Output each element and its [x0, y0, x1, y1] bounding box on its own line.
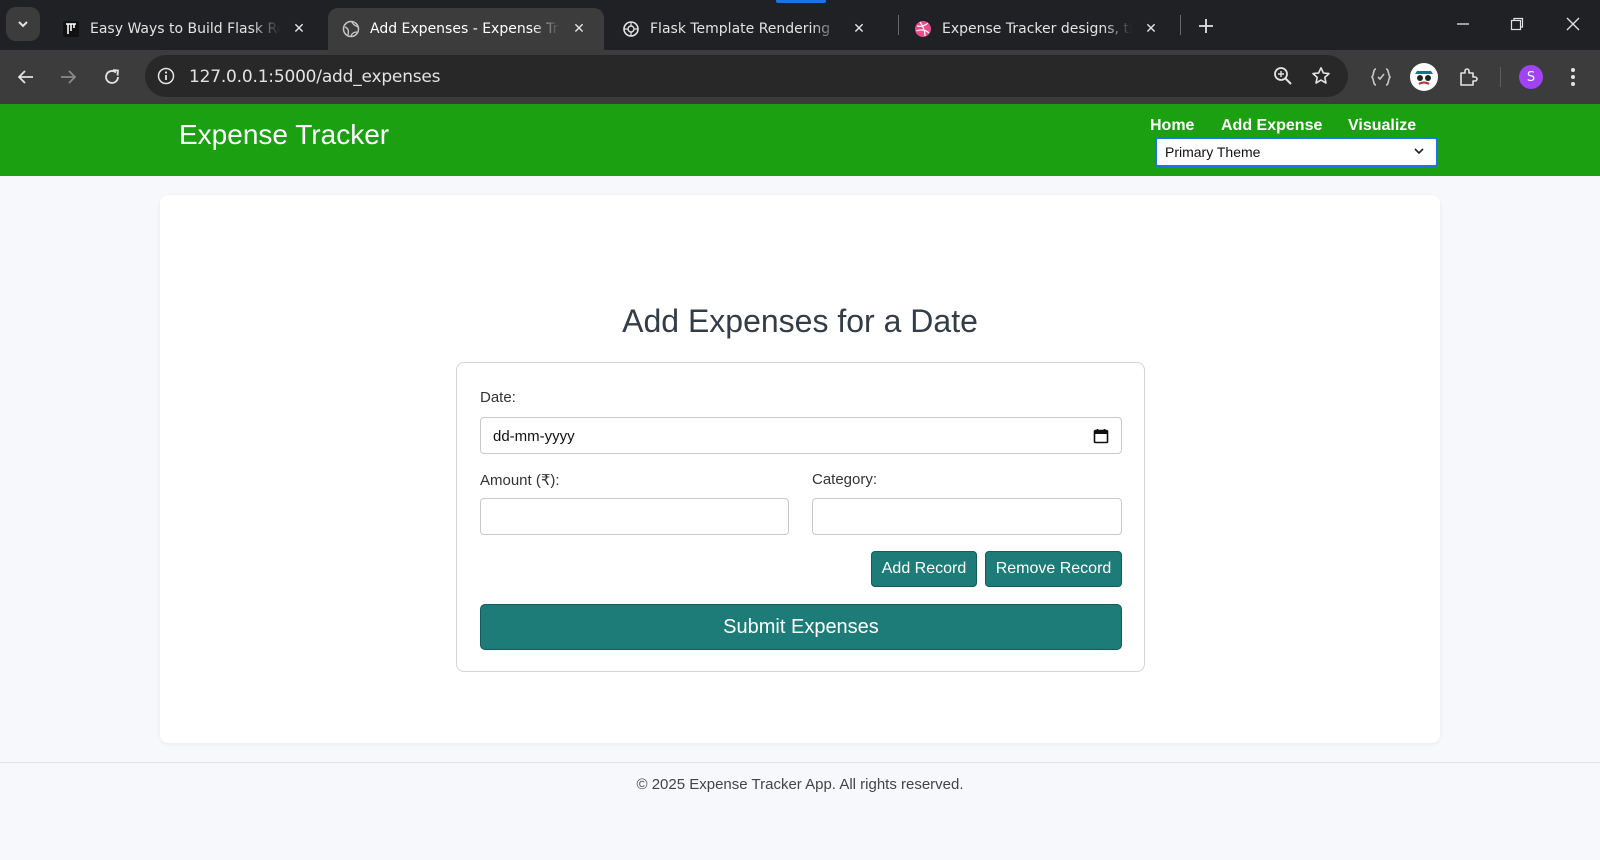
theme-select-value: Primary Theme — [1165, 144, 1261, 160]
forward-button[interactable] — [52, 61, 84, 93]
address-bar[interactable]: 127.0.0.1:5000/add_expenses — [145, 55, 1348, 97]
extension-json-icon[interactable] — [1366, 62, 1396, 92]
tab-media-indicator — [776, 0, 826, 3]
tab-title: Easy Ways to Build Flask Routes — [90, 21, 280, 37]
zoom-icon[interactable] — [1271, 64, 1295, 88]
site-footer: © 2025 Expense Tracker App. All rights r… — [636, 776, 964, 793]
back-button[interactable] — [10, 61, 42, 93]
amount-label: Amount (₹): — [480, 472, 560, 489]
extension-avatar-icon[interactable] — [1409, 62, 1439, 92]
chatgpt-icon — [622, 20, 640, 38]
remove-record-button[interactable]: Remove Record — [985, 551, 1122, 587]
close-icon — [1566, 17, 1580, 31]
tutorial-site-icon — [62, 20, 80, 38]
toolbar-separator — [1500, 67, 1501, 87]
web-page: Expense Tracker Home Add Expense Visuali… — [0, 104, 1600, 860]
tab-dribbble[interactable]: Expense Tracker designs, themes ✕ — [900, 8, 1176, 50]
nav-link-add-expense[interactable]: Add Expense — [1221, 117, 1322, 135]
calendar-icon[interactable] — [1093, 428, 1109, 444]
tab-add-expenses[interactable]: Add Expenses - Expense Tracker ✕ — [328, 8, 604, 50]
date-input[interactable]: dd-mm-yyyy — [480, 417, 1122, 454]
reload-button[interactable] — [96, 61, 128, 93]
tab-flask-template[interactable]: Flask Template Rendering ✕ — [608, 8, 884, 50]
browser-tab-strip: Easy Ways to Build Flask Routes ✕ Add Ex… — [0, 0, 1600, 50]
url-text[interactable]: 127.0.0.1:5000/add_expenses — [189, 67, 441, 87]
restore-button[interactable] — [1490, 0, 1544, 48]
restore-icon — [1510, 17, 1524, 31]
footer-divider — [0, 762, 1600, 763]
browser-toolbar: 127.0.0.1:5000/add_expenses S — [0, 50, 1600, 104]
minimize-button[interactable] — [1436, 0, 1490, 48]
tab-flask-routes[interactable]: Easy Ways to Build Flask Routes ✕ — [48, 8, 324, 50]
close-window-button[interactable] — [1546, 0, 1600, 48]
nav-link-home[interactable]: Home — [1150, 117, 1194, 135]
close-icon[interactable]: ✕ — [1140, 18, 1162, 40]
close-icon[interactable]: ✕ — [288, 18, 310, 40]
menu-kebab-icon[interactable] — [1558, 62, 1588, 92]
arrow-right-icon — [61, 70, 77, 84]
minimize-icon — [1457, 23, 1469, 25]
profile-avatar[interactable]: S — [1516, 62, 1546, 92]
date-input-value: dd-mm-yyyy — [493, 428, 575, 445]
submit-expenses-button[interactable]: Submit Expenses — [480, 604, 1122, 650]
bookmark-star-icon[interactable] — [1309, 64, 1333, 88]
reload-icon — [105, 69, 119, 84]
site-header: Expense Tracker Home Add Expense Visuali… — [0, 104, 1600, 176]
tab-separator — [898, 15, 899, 35]
date-label: Date: — [480, 389, 516, 406]
close-icon[interactable]: ✕ — [848, 18, 870, 40]
tab-separator — [1180, 15, 1181, 35]
nav-link-visualize[interactable]: Visualize — [1348, 117, 1416, 135]
site-info-icon[interactable] — [154, 64, 178, 88]
plus-icon — [1199, 19, 1213, 33]
new-tab-button[interactable] — [1192, 12, 1220, 40]
extensions-puzzle-icon[interactable] — [1453, 62, 1483, 92]
close-icon[interactable]: ✕ — [568, 18, 590, 40]
globe-icon — [342, 20, 360, 38]
tab-search-button[interactable] — [6, 7, 40, 41]
profile-initial: S — [1519, 65, 1543, 89]
add-record-button[interactable]: Add Record — [871, 551, 977, 587]
amount-input[interactable] — [480, 498, 789, 535]
chevron-down-icon — [18, 21, 28, 28]
expense-form: Date: dd-mm-yyyy Amount (₹): Category: A… — [456, 362, 1145, 672]
theme-select[interactable]: Primary Theme — [1155, 137, 1438, 167]
tab-title: Flask Template Rendering — [650, 21, 831, 37]
page-title: Add Expenses for a Date — [622, 303, 978, 339]
dribbble-icon — [914, 20, 932, 38]
category-input[interactable] — [812, 498, 1122, 535]
main-card: Add Expenses for a Date Date: dd-mm-yyyy… — [160, 195, 1440, 743]
category-label: Category: — [812, 471, 878, 488]
tab-title: Add Expenses - Expense Tracker — [370, 21, 560, 37]
arrow-left-icon — [17, 70, 33, 84]
chevron-down-icon — [1414, 148, 1424, 155]
site-brand[interactable]: Expense Tracker — [179, 119, 389, 151]
tab-title: Expense Tracker designs, themes — [942, 21, 1132, 37]
